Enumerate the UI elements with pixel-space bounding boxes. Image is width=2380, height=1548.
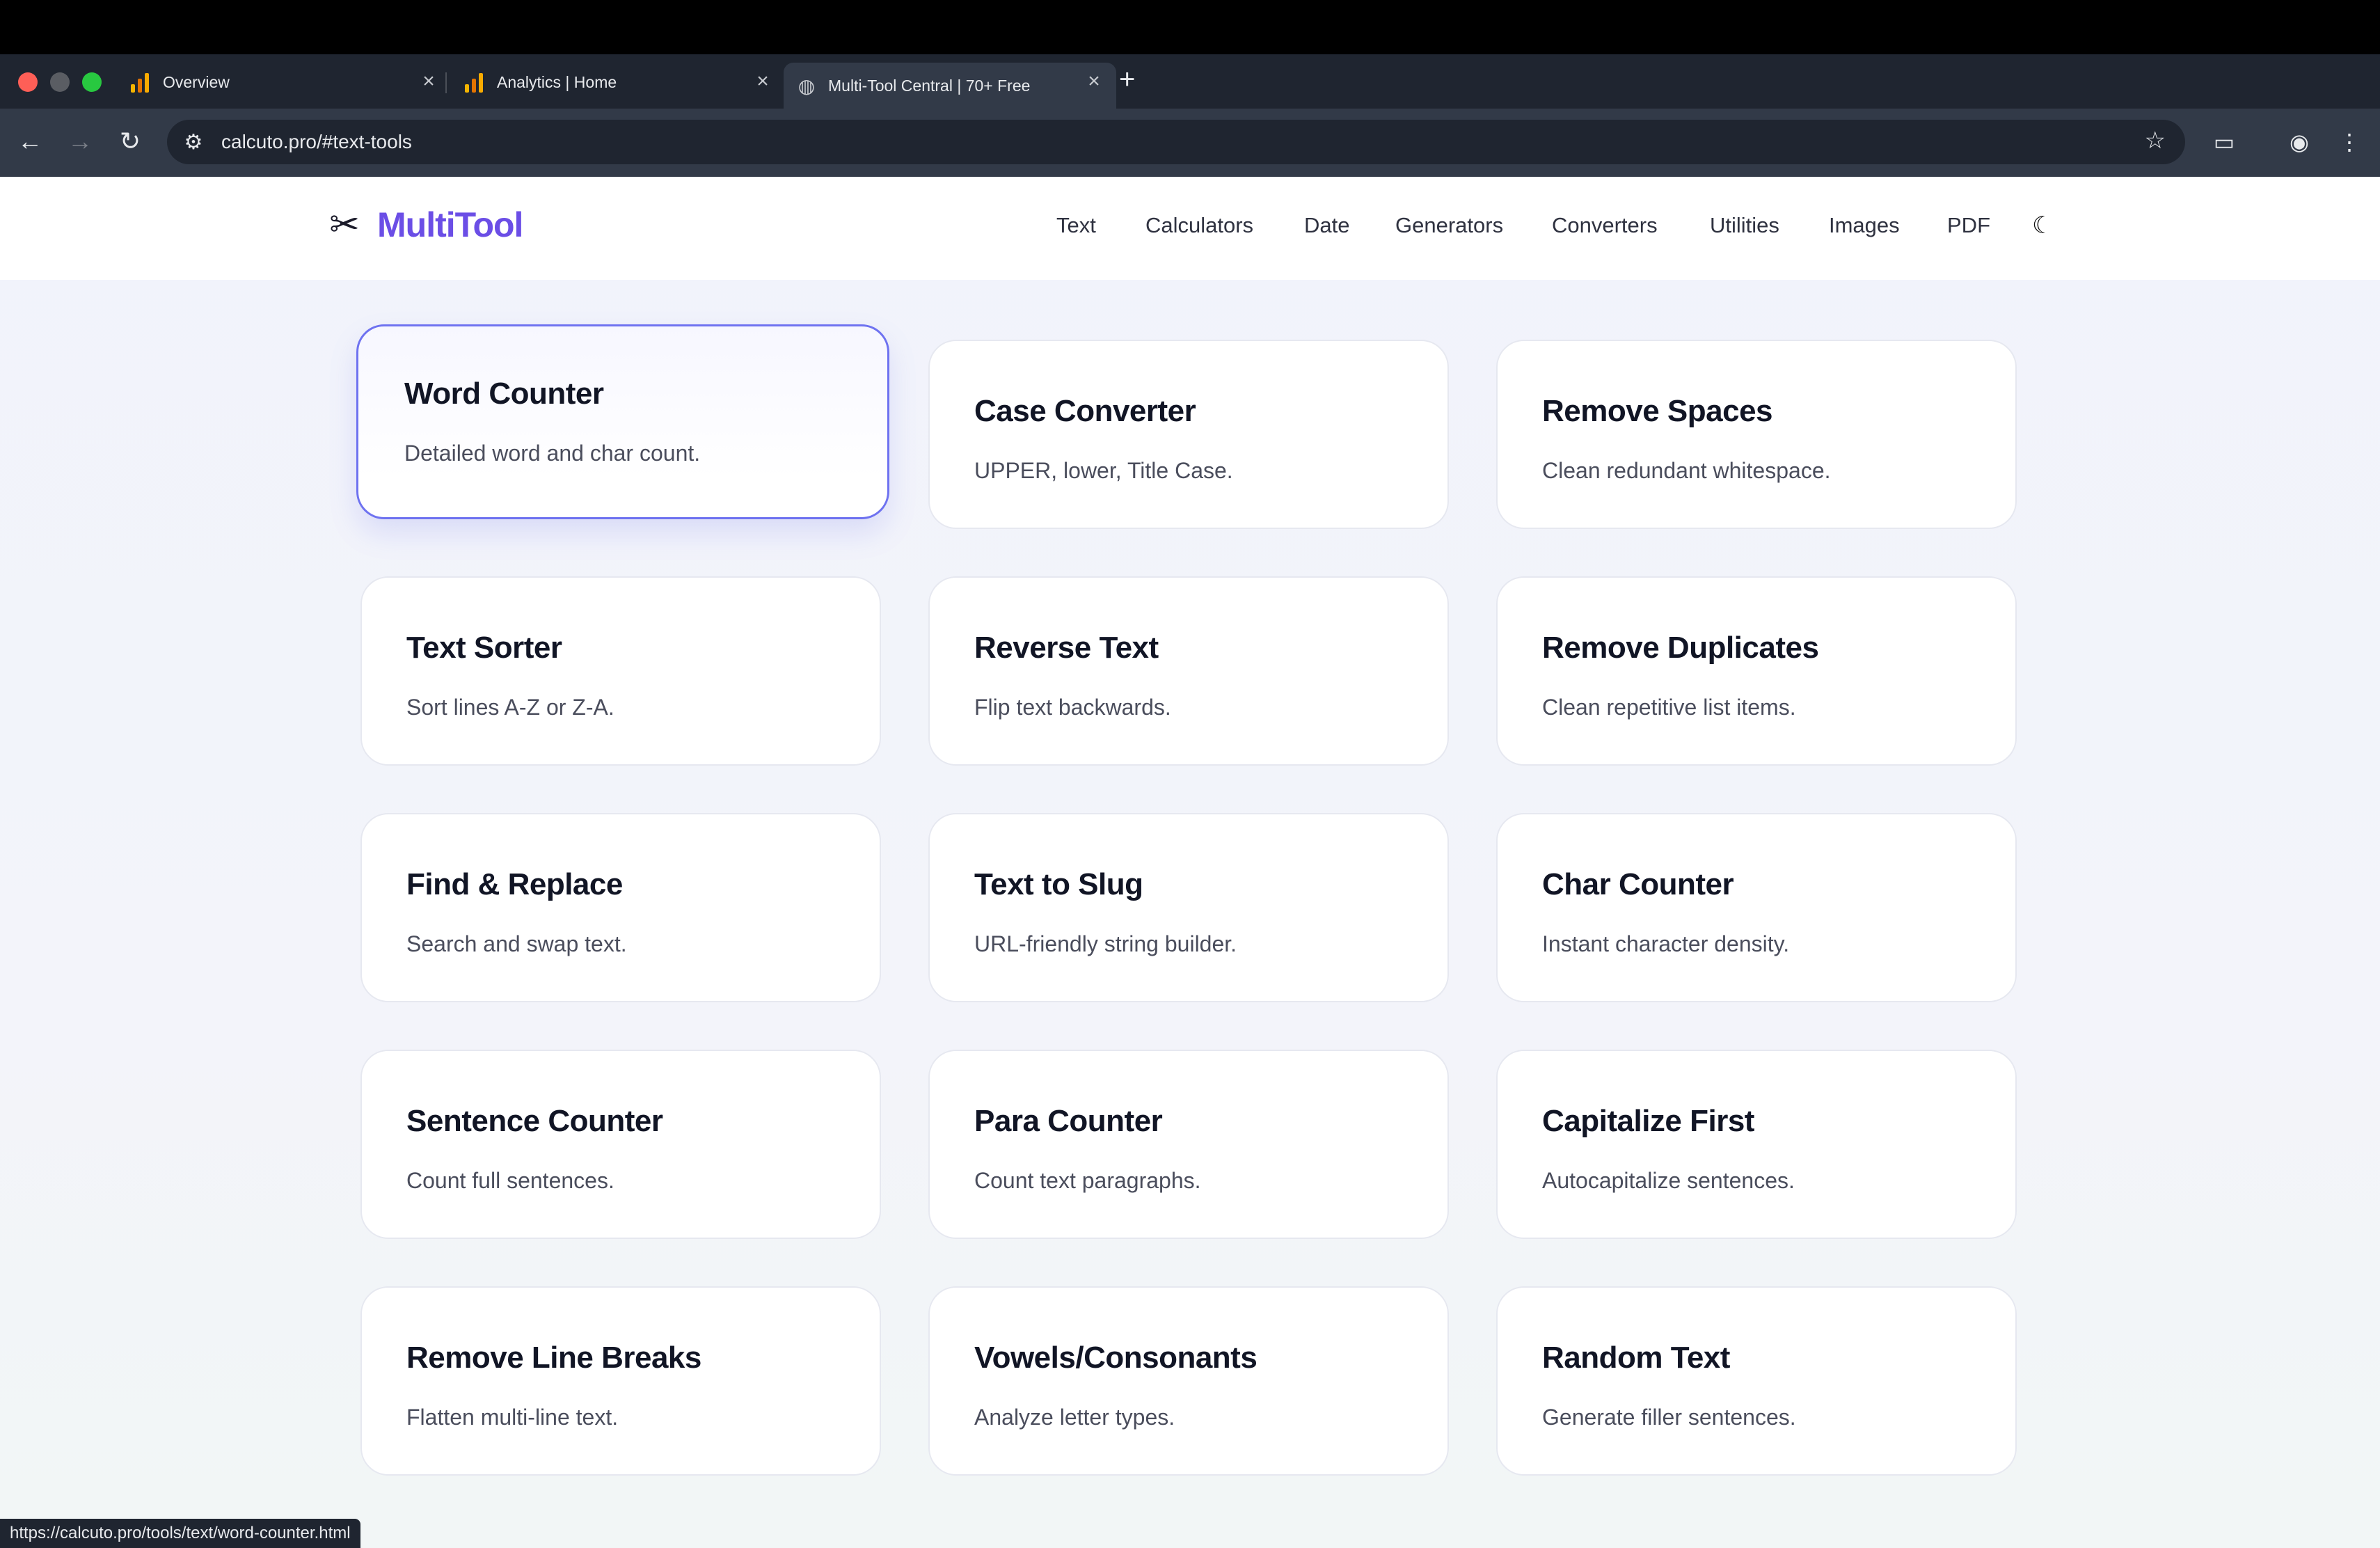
tool-card-word-counter[interactable]: Word Counter Detailed word and char coun… — [356, 324, 889, 519]
card-description: URL-friendly string builder. — [974, 931, 1237, 956]
profile-icon[interactable]: ◉ — [2283, 125, 2316, 159]
brand-logo[interactable]: ✂ MultiTool — [324, 205, 523, 245]
card-description: Detailed word and char count. — [404, 441, 701, 466]
card-title: Char Counter — [1542, 867, 1734, 901]
tab-divider — [445, 72, 447, 93]
card-title: Word Counter — [404, 377, 604, 411]
nav-item-images[interactable]: Images — [1829, 213, 1900, 238]
card-title: Remove Spaces — [1542, 394, 1773, 428]
browser-toolbar: ← → ↻ ⚙ calcuto.pro/#text-tools ☆ ▭ ◉ ⋮ — [0, 109, 2380, 177]
card-description: Generate filler sentences. — [1542, 1405, 1796, 1430]
tab-title: Analytics | Home — [497, 72, 617, 91]
url-text[interactable]: calcuto.pro/#text-tools — [221, 131, 412, 153]
window-close-button[interactable] — [18, 72, 38, 92]
menu-dots-icon[interactable]: ⋮ — [2333, 125, 2366, 159]
globe-icon: ◍ — [798, 74, 816, 97]
card-description: Instant character density. — [1542, 931, 1790, 956]
tool-card-para-counter[interactable]: Para Counter Count text paragraphs. — [928, 1050, 1449, 1239]
nav-item-date[interactable]: Date — [1304, 213, 1349, 238]
new-tab-icon[interactable]: + — [1119, 64, 1135, 95]
card-title: Reverse Text — [974, 631, 1159, 665]
card-description: Sort lines A-Z or Z-A. — [406, 695, 614, 720]
card-description: Count full sentences. — [406, 1168, 614, 1193]
tool-card-random-text[interactable]: Random Text Generate filler sentences. — [1496, 1286, 2017, 1476]
browser-tab-overview[interactable]: Overview × — [118, 63, 451, 102]
card-title: Text Sorter — [406, 631, 562, 665]
brand-name: MultiTool — [377, 205, 523, 244]
close-tab-icon[interactable]: × — [750, 70, 775, 93]
nav-item-utilities[interactable]: Utilities — [1710, 213, 1779, 238]
site-header: ✂ MultiTool Text Calculators Date Genera… — [0, 177, 2380, 280]
nav-item-generators[interactable]: Generators — [1395, 213, 1503, 238]
tool-card-text-sorter[interactable]: Text Sorter Sort lines A-Z or Z-A. — [360, 576, 881, 766]
tool-card-reverse-text[interactable]: Reverse Text Flip text backwards. — [928, 576, 1449, 766]
reload-icon[interactable]: ↻ — [113, 124, 148, 159]
card-title: Sentence Counter — [406, 1104, 663, 1138]
tab-title: Overview — [163, 72, 230, 91]
card-title: Remove Duplicates — [1542, 631, 1819, 665]
tool-card-char-counter[interactable]: Char Counter Instant character density. — [1496, 813, 2017, 1002]
tools-wrench-icon: ✂ — [329, 205, 360, 245]
tool-card-find-replace[interactable]: Find & Replace Search and swap text. — [360, 813, 881, 1002]
card-description: Clean redundant whitespace. — [1542, 458, 1831, 483]
card-description: UPPER, lower, Title Case. — [974, 458, 1233, 483]
tool-card-remove-line-breaks[interactable]: Remove Line Breaks Flatten multi-line te… — [360, 1286, 881, 1476]
card-description: Flip text backwards. — [974, 695, 1171, 720]
card-description: Count text paragraphs. — [974, 1168, 1201, 1193]
card-description: Search and swap text. — [406, 931, 627, 956]
card-title: Vowels/Consonants — [974, 1341, 1258, 1375]
tool-card-vowels-consonants[interactable]: Vowels/Consonants Analyze letter types. — [928, 1286, 1449, 1476]
close-tab-icon[interactable]: × — [1081, 70, 1106, 93]
nav-item-pdf[interactable]: PDF — [1947, 213, 1990, 238]
browser-tab-multitool[interactable]: ◍ Multi-Tool Central | 70+ Free × — [784, 63, 1116, 109]
nav-item-text[interactable]: Text — [1056, 213, 1096, 238]
screen-top-bar — [0, 0, 2380, 54]
dark-mode-toggle-icon[interactable]: ☾ — [2032, 212, 2053, 239]
tab-title: Multi-Tool Central | 70+ Free — [828, 76, 1031, 95]
card-title: Text to Slug — [974, 867, 1143, 901]
window-zoom-button[interactable] — [82, 72, 102, 92]
card-description: Autocapitalize sentences. — [1542, 1168, 1795, 1193]
nav-item-calculators[interactable]: Calculators — [1145, 213, 1253, 238]
tool-card-case-converter[interactable]: Case Converter UPPER, lower, Title Case. — [928, 340, 1449, 529]
back-arrow-icon[interactable]: ← — [13, 124, 47, 159]
card-description: Clean repetitive list items. — [1542, 695, 1796, 720]
card-title: Remove Line Breaks — [406, 1341, 701, 1375]
tool-card-text-to-slug[interactable]: Text to Slug URL-friendly string builder… — [928, 813, 1449, 1002]
tool-card-capitalize-first[interactable]: Capitalize First Autocapitalize sentence… — [1496, 1050, 2017, 1239]
tool-card-remove-spaces[interactable]: Remove Spaces Clean redundant whitespace… — [1496, 340, 2017, 529]
link-preview-status: https://calcuto.pro/tools/text/word-coun… — [0, 1519, 360, 1548]
forward-arrow-icon[interactable]: → — [63, 124, 97, 159]
window-minimize-button[interactable] — [50, 72, 70, 92]
card-title: Find & Replace — [406, 867, 623, 901]
nav-item-converters[interactable]: Converters — [1552, 213, 1658, 238]
bookmark-star-icon[interactable]: ☆ — [2145, 127, 2166, 155]
cast-search-icon[interactable]: ▭ — [2207, 125, 2241, 159]
card-description: Flatten multi-line text. — [406, 1405, 619, 1430]
site-settings-icon[interactable]: ⚙ — [178, 127, 209, 157]
page-content: ✂ MultiTool Text Calculators Date Genera… — [0, 177, 2380, 1548]
address-bar[interactable]: ⚙ calcuto.pro/#text-tools ☆ — [167, 120, 2185, 164]
tool-card-remove-duplicates[interactable]: Remove Duplicates Clean repetitive list … — [1496, 576, 2017, 766]
analytics-bars-icon — [465, 72, 486, 93]
tool-card-sentence-counter[interactable]: Sentence Counter Count full sentences. — [360, 1050, 881, 1239]
card-title: Capitalize First — [1542, 1104, 1754, 1138]
analytics-bars-icon — [131, 72, 152, 93]
card-title: Para Counter — [974, 1104, 1163, 1138]
card-title: Case Converter — [974, 394, 1196, 428]
browser-tab-analytics[interactable]: Analytics | Home × — [452, 63, 785, 102]
card-title: Random Text — [1542, 1341, 1730, 1375]
card-description: Analyze letter types. — [974, 1405, 1175, 1430]
close-tab-icon[interactable]: × — [416, 70, 441, 93]
